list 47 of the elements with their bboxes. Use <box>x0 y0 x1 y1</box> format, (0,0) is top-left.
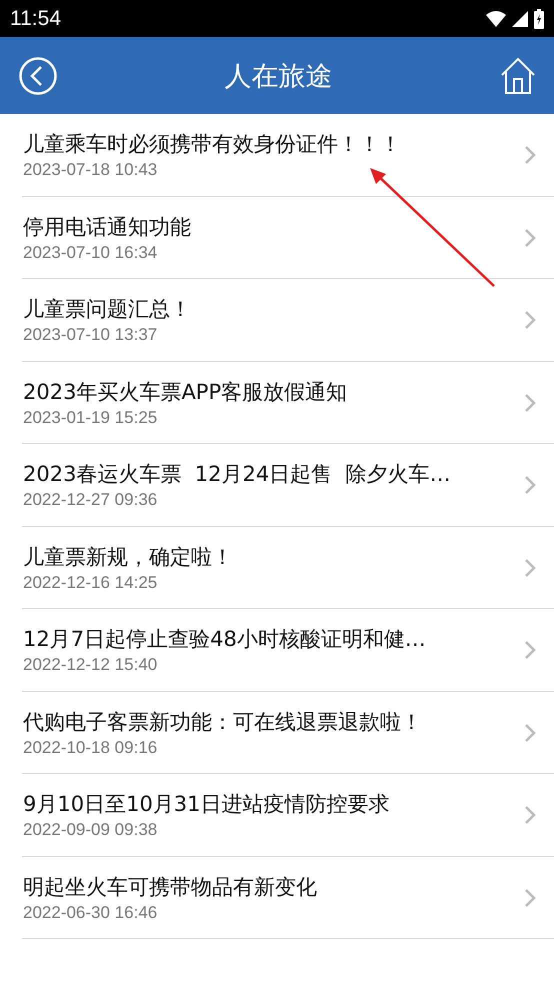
battery-icon <box>534 8 544 28</box>
news-title: 儿童票新规，确定啦！ <box>23 544 234 571</box>
chevron-icon <box>524 888 536 908</box>
news-title: 儿童乘车时必须携带有效身份证件！！！ <box>23 131 402 158</box>
chevron-icon <box>524 475 536 496</box>
signal-icon <box>512 10 528 26</box>
news-date: 2022-06-30 16:46 <box>23 902 158 923</box>
page-title: 人在旅途 <box>224 60 332 94</box>
news-date: 2022-12-16 14:25 <box>23 572 158 593</box>
news-title: 2023年买火车票APP客服放假通知 <box>23 378 348 406</box>
news-item[interactable]: 儿童乘车时必须携带有效身份证件！！！ 2023-07-18 10:43 <box>0 114 554 196</box>
news-title: 2023春运火车票 12月24日起售 除夕火车… <box>23 461 452 488</box>
chevron-icon <box>524 722 536 743</box>
chevron-icon <box>524 392 536 413</box>
news-title: 儿童票问题汇总！ <box>23 296 192 324</box>
chevron-icon <box>524 145 536 166</box>
news-item[interactable]: 9月10日至10月31日进站疫情防控要求 2022-09-09 09:38 <box>0 774 554 856</box>
chevron-icon <box>524 640 536 660</box>
status-time: 11:54 <box>10 6 61 30</box>
news-title: 12月7日起停止查验48小时核酸证明和健… <box>23 626 427 654</box>
news-item[interactable]: 2023年买火车票APP客服放假通知 2023-01-19 15:25 <box>0 362 554 444</box>
home-icon[interactable] <box>500 56 536 94</box>
chevron-icon <box>524 310 536 330</box>
back-icon[interactable] <box>19 56 57 94</box>
news-item[interactable]: 12月7日起停止查验48小时核酸证明和健… 2022-12-12 15:40 <box>0 609 554 692</box>
news-title: 明起坐火车可携带物品有新变化 <box>23 874 318 901</box>
news-date: 2022-12-27 09:36 <box>23 490 158 510</box>
news-title: 9月10日至10月31日进站疫情防控要求 <box>23 791 391 818</box>
news-item[interactable]: 停用电话通知功能 2023-07-10 16:34 <box>0 196 554 279</box>
chevron-icon <box>524 805 536 826</box>
news-title: 停用电话通知功能 <box>23 214 192 241</box>
news-title: 代购电子客票新功能：可在线退票退款啦！ <box>23 708 423 736</box>
wifi-icon <box>486 10 506 26</box>
news-date: 2023-01-19 15:25 <box>23 408 158 428</box>
news-item[interactable]: 儿童票新规，确定啦！ 2022-12-16 14:25 <box>0 526 554 609</box>
news-date: 2022-10-18 09:16 <box>23 738 158 758</box>
chevron-icon <box>524 228 536 248</box>
news-date: 2022-09-09 09:38 <box>23 820 158 840</box>
news-item[interactable]: 儿童票问题汇总！ 2023-07-10 13:37 <box>0 279 554 362</box>
chevron-icon <box>524 558 536 578</box>
news-date: 2023-07-18 10:43 <box>23 160 158 180</box>
news-item[interactable]: 明起坐火车可携带物品有新变化 2022-06-30 16:46 <box>0 856 554 939</box>
news-item[interactable]: 代购电子客票新功能：可在线退票退款啦！ 2022-10-18 09:16 <box>0 692 554 774</box>
news-date: 2023-07-10 16:34 <box>23 242 158 263</box>
news-item[interactable]: 2023春运火车票 12月24日起售 除夕火车… 2022-12-27 09:36 <box>0 444 554 526</box>
news-date: 2023-07-10 13:37 <box>23 325 158 346</box>
news-date: 2022-12-12 15:40 <box>23 655 158 676</box>
